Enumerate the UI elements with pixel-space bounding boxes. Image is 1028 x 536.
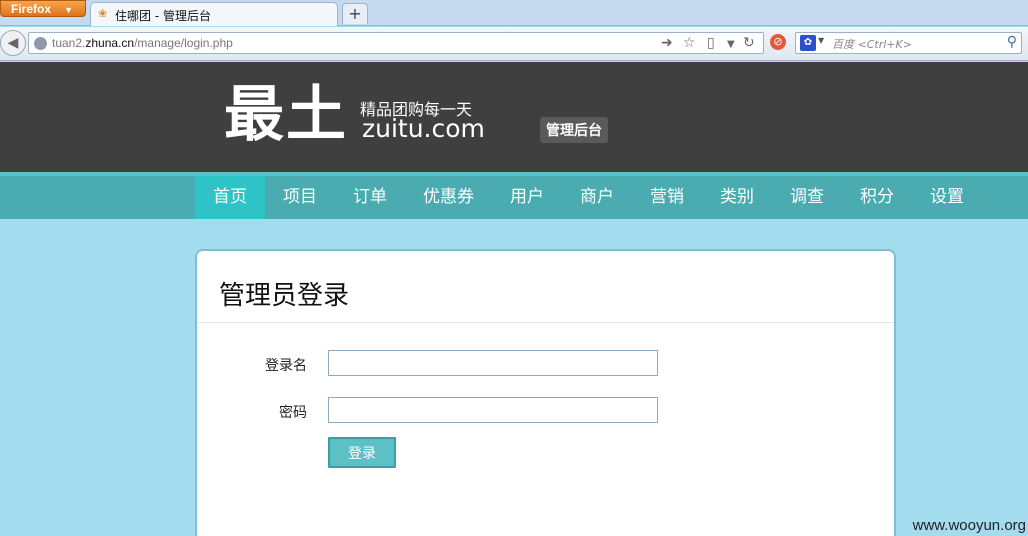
tab-title: 住哪团 - 管理后台 (115, 9, 211, 23)
site-domain: zuitu.com (362, 114, 485, 143)
password-input[interactable] (328, 397, 658, 423)
baidu-engine-icon[interactable]: ✿ (800, 35, 816, 51)
nav-item[interactable]: 优惠券 (405, 176, 492, 219)
back-arrow-icon: ◀ (7, 35, 19, 51)
admin-badge: 管理后台 (540, 117, 608, 143)
url-text: tuan2.zhuna.cn/manage/login.php (52, 36, 233, 50)
divider (197, 322, 894, 323)
main-nav: 首页 项目 订单 优惠券 用户 商户 营销 类别 调查 积分 设置 (0, 172, 1028, 219)
bookmark-star-icon[interactable]: ☆ (683, 35, 696, 51)
nav-item[interactable]: 订单 (335, 176, 405, 219)
site-logo[interactable]: 最土 (224, 80, 348, 150)
login-title: 管理员登录 (219, 281, 350, 311)
history-dropdown-icon[interactable]: ▼ (727, 37, 735, 53)
adblock-icon[interactable]: ⊘ (770, 34, 786, 50)
go-icon[interactable]: ➜ (661, 35, 673, 51)
nav-item[interactable]: 用户 (492, 176, 562, 219)
password-label: 密码 (279, 405, 307, 421)
new-tab-button[interactable]: + (342, 3, 368, 24)
nav-item[interactable]: 调查 (772, 176, 842, 219)
browser-tab-bar: Firefox ▼ ❀ 住哪团 - 管理后台 + (0, 0, 1028, 26)
nav-item[interactable]: 设置 (912, 176, 982, 219)
browser-tab[interactable]: ❀ 住哪团 - 管理后台 (90, 2, 338, 26)
main-nav-list: 首页 项目 订单 优惠券 用户 商户 营销 类别 调查 积分 设置 (195, 176, 982, 219)
chevron-down-icon: ▼ (818, 36, 825, 45)
nav-item[interactable]: 营销 (632, 176, 702, 219)
back-button[interactable]: ◀ (0, 30, 26, 56)
chevron-down-icon: ▼ (64, 5, 73, 15)
browser-nav-bar: ◀ tuan2.zhuna.cn/manage/login.php ➜ ☆ ▯ … (0, 27, 1028, 61)
nav-item[interactable]: 积分 (842, 176, 912, 219)
site-header: 最土 精品团购每一天 zuitu.com 管理后台 (0, 62, 1028, 172)
nav-item[interactable]: 首页 (195, 176, 265, 219)
search-icon[interactable]: ⚲ (1007, 34, 1017, 50)
watermark: www.wooyun.org (912, 517, 1026, 534)
nav-item[interactable]: 商户 (562, 176, 632, 219)
username-label: 登录名 (265, 358, 307, 374)
mobile-icon[interactable]: ▯ (707, 35, 715, 51)
login-button[interactable]: 登录 (328, 437, 396, 468)
favicon-icon: ❀ (98, 7, 108, 20)
globe-icon (34, 37, 47, 50)
search-bar[interactable]: ✿ ▼ 百度 <Ctrl+K> ⚲ (795, 32, 1022, 54)
nav-item[interactable]: 类别 (702, 176, 772, 219)
search-placeholder: 百度 <Ctrl+K> (832, 38, 912, 51)
address-bar[interactable]: tuan2.zhuna.cn/manage/login.php ➜ ☆ ▯ ▼ … (28, 32, 764, 54)
firefox-menu-label: Firefox (11, 2, 52, 16)
nav-item[interactable]: 项目 (265, 176, 335, 219)
firefox-menu-button[interactable]: Firefox ▼ (0, 0, 86, 17)
username-input[interactable] (328, 350, 658, 376)
reload-icon[interactable]: ↻ (743, 35, 755, 51)
login-panel: 管理员登录 登录名 密码 登录 (195, 249, 896, 536)
